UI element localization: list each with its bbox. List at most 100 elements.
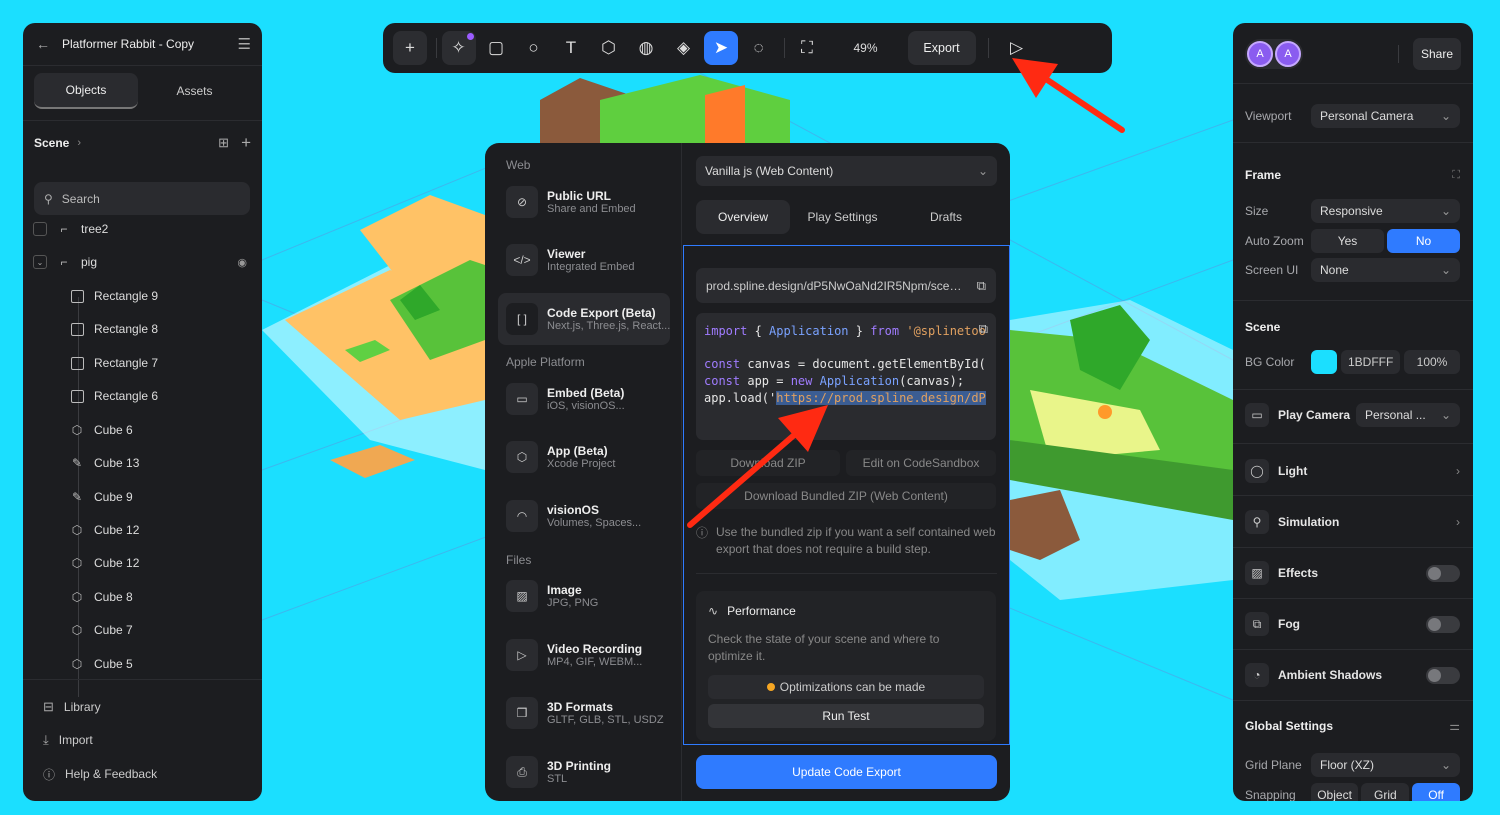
scene-title: Scene — [1245, 320, 1281, 334]
play-icon[interactable]: ▷ — [1000, 31, 1034, 65]
scene-label[interactable]: Scene — [34, 136, 69, 150]
share-button[interactable]: Share — [1413, 38, 1461, 70]
fog-toggle[interactable] — [1426, 615, 1460, 633]
library-link[interactable]: ⊟ Library — [43, 699, 101, 714]
export-app[interactable]: ⬡ App (Beta) Xcode Project — [498, 431, 670, 483]
viewport-select[interactable]: Personal Camera ⌄ — [1311, 104, 1460, 128]
export-video[interactable]: ▷ Video Recording MP4, GIF, WEBM... — [498, 629, 670, 681]
avatar[interactable]: A — [1247, 41, 1273, 67]
bgcolor-opacity-input[interactable]: 100% — [1404, 350, 1460, 374]
export-visionos[interactable]: ◠ visionOS Volumes, Spaces... — [498, 490, 670, 542]
tree-item-tree2[interactable]: ⌐ tree2 — [33, 222, 108, 236]
rectangle-tool-icon[interactable]: ▢ — [479, 31, 513, 65]
add-icon[interactable]: + — [241, 133, 251, 153]
sliders-icon[interactable]: ⚌ — [1449, 719, 1460, 733]
tree-item[interactable]: ⬡ Cube 5 — [69, 656, 133, 672]
frame-icon[interactable]: ⛶ — [790, 31, 824, 65]
edit-codesandbox-button[interactable]: Edit on CodeSandbox — [846, 450, 996, 476]
zoom-level[interactable]: 49% — [836, 41, 896, 55]
text-tool-icon[interactable]: T — [554, 31, 588, 65]
download-zip-button[interactable]: Download ZIP — [696, 450, 840, 476]
copy-icon[interactable]: ⧉ — [977, 278, 986, 294]
tree-item[interactable]: Rectangle 9 — [69, 288, 158, 304]
tree-item-pig[interactable]: ⌄ ⌐ pig ◉ — [33, 254, 247, 270]
import-label: Import — [58, 733, 93, 747]
export-type-list: Web ⊘ Public URL Share and Embed </> Viewer… — [485, 143, 682, 801]
simulation-row[interactable]: ⚲ Simulation › — [1245, 510, 1460, 534]
export-3d-printing[interactable]: ⎙ 3D Printing STL — [498, 746, 670, 798]
download-bundled-zip-button[interactable]: Download Bundled ZIP (Web Content) — [696, 483, 996, 509]
bgcolor-swatch[interactable] — [1311, 350, 1337, 374]
tab-play-settings[interactable]: Play Settings — [790, 200, 895, 234]
play-camera-select[interactable]: Personal ... ⌄ — [1356, 403, 1460, 427]
code-block[interactable]: import { Application } from '@splinetoo … — [696, 313, 996, 440]
add-icon[interactable]: + — [393, 31, 427, 65]
tree-item[interactable]: ⬡ Cube 12 — [69, 555, 140, 571]
globe-icon[interactable]: ◍ — [629, 31, 663, 65]
back-arrow-icon[interactable]: ← — [36, 36, 50, 52]
avatar-group[interactable]: A A — [1245, 39, 1303, 69]
framework-select[interactable]: Vanilla js (Web Content) ⌄ — [696, 156, 997, 186]
avatar[interactable]: A — [1275, 41, 1301, 67]
autozoom-no[interactable]: No — [1387, 229, 1460, 253]
snapping-off[interactable]: Off — [1412, 783, 1460, 801]
tag-icon[interactable]: ◈ — [667, 31, 701, 65]
tree-item[interactable]: ⬡ Cube 12 — [69, 522, 140, 538]
export-3d-formats[interactable]: ❒ 3D Formats GLTF, GLB, STL, USDZ — [498, 687, 670, 739]
size-select[interactable]: Responsive ⌄ — [1311, 199, 1460, 223]
export-code-export[interactable]: [ ] Code Export (Beta) Next.js, Three.js, … — [498, 293, 670, 345]
vr-headset-icon: ◠ — [506, 500, 538, 532]
button-label: Run Test — [822, 709, 870, 723]
help-link[interactable]: ⓘ Help & Feedback — [43, 767, 157, 782]
ai-sparkle-icon[interactable]: ✧ — [441, 31, 476, 65]
target-icon[interactable]: ◉ — [237, 256, 247, 269]
tree-item[interactable]: ✎ Cube 9 — [69, 489, 133, 505]
url-field[interactable]: prod.spline.design/dP5NwOaNd2IR5Npm/scen… — [696, 268, 996, 303]
effects-toggle[interactable] — [1426, 564, 1460, 582]
grid-plane-select[interactable]: Floor (XZ) ⌄ — [1311, 753, 1460, 777]
tree-item[interactable]: ⬡ Cube 7 — [69, 622, 133, 638]
export-image[interactable]: ▨ Image JPG, PNG — [498, 570, 670, 622]
copy-icon[interactable]: ⧉ — [979, 321, 988, 337]
collapse-chevron-icon[interactable]: ⌄ — [33, 255, 47, 269]
comment-icon[interactable]: ◌ — [742, 31, 776, 65]
tree-item[interactable]: Rectangle 7 — [69, 355, 158, 371]
tree-item[interactable]: ✎ Cube 13 — [69, 455, 139, 471]
tree-item[interactable]: Rectangle 8 — [69, 321, 158, 337]
cube-tool-icon[interactable]: ⬡ — [592, 31, 626, 65]
grid-view-icon[interactable]: ⊞ — [218, 135, 229, 151]
tree-item[interactable]: Rectangle 6 — [69, 388, 158, 404]
import-link[interactable]: ⤓ Import — [43, 732, 93, 747]
select-cursor-icon[interactable]: ➤ — [704, 31, 738, 65]
expand-icon[interactable]: ⛶ — [1452, 169, 1460, 182]
tab-objects[interactable]: Objects — [34, 73, 138, 109]
tree-item[interactable]: ⬡ Cube 8 — [69, 589, 133, 605]
tab-drafts[interactable]: Drafts — [895, 200, 997, 234]
snapping-grid[interactable]: Grid — [1361, 783, 1410, 801]
autozoom-yes[interactable]: Yes — [1311, 229, 1384, 253]
snapping-object[interactable]: Object — [1310, 783, 1359, 801]
ambient-shadows-toggle[interactable] — [1426, 666, 1460, 684]
light-row[interactable]: ◯ Light › — [1245, 459, 1460, 483]
search-input[interactable]: ⚲ Search — [34, 182, 250, 215]
export-public-url[interactable]: ⊘ Public URL Share and Embed — [498, 176, 670, 228]
item-subtitle: Xcode Project — [547, 458, 616, 470]
export-embed[interactable]: ▭ Embed (Beta) iOS, visionOS... — [498, 373, 670, 425]
bgcolor-hex-input[interactable]: 1BDFFF — [1341, 350, 1400, 374]
update-code-export-button[interactable]: Update Code Export — [696, 755, 997, 789]
export-button[interactable]: Export — [907, 31, 976, 65]
run-test-button[interactable]: Run Test — [708, 704, 984, 728]
ellipse-tool-icon[interactable]: ○ — [517, 31, 551, 65]
expand-chevron-icon[interactable] — [33, 222, 47, 236]
tree-item[interactable]: ⬡ Cube 6 — [69, 422, 133, 438]
hex-value: 1BDFFF — [1348, 355, 1394, 369]
chevron-right-icon: › — [1456, 515, 1460, 529]
screenui-select[interactable]: None ⌄ — [1311, 258, 1460, 282]
link-icon: ⊘ — [506, 186, 538, 218]
tab-overview[interactable]: Overview — [696, 200, 790, 234]
tab-assets[interactable]: Assets — [138, 73, 251, 109]
optimizations-status[interactable]: Optimizations can be made — [708, 675, 984, 699]
item-title: App (Beta) — [547, 444, 608, 458]
menu-icon[interactable]: ☰ — [238, 35, 251, 53]
export-viewer[interactable]: </> Viewer Integrated Embed — [498, 234, 670, 286]
